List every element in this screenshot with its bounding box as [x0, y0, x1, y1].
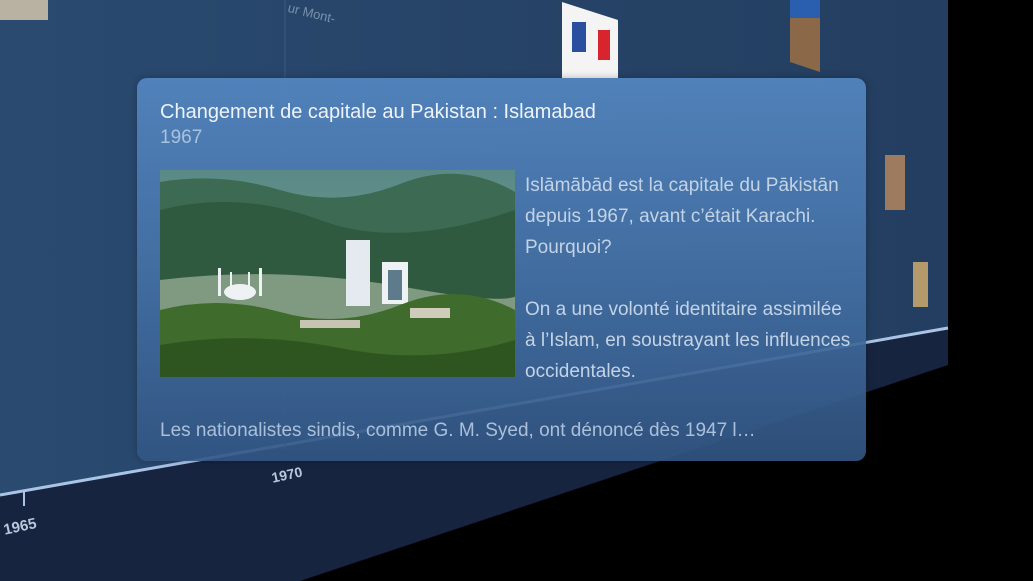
event-card[interactable]: Changement de capitale au Pakistan : Isl… — [137, 78, 866, 461]
paragraph: On a une volonté identitaire assimilée à… — [525, 299, 851, 382]
event-description: Islāmābād est la capitale du Pākistān de… — [525, 170, 855, 418]
event-year: 1967 — [160, 127, 203, 148]
event-photo — [160, 170, 515, 377]
tower — [346, 240, 370, 306]
event-title: Changement de capitale au Pakistan : Isl… — [160, 101, 596, 123]
paragraph: Islāmābād est la capitale du Pākistān de… — [525, 175, 839, 258]
event-excerpt: Les nationalistes sindis, comme G. M. Sy… — [160, 420, 756, 441]
thumbnail-image[interactable] — [0, 0, 48, 20]
